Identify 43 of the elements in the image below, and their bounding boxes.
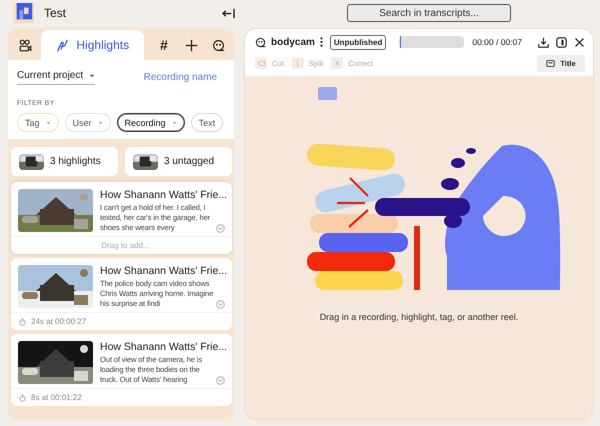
drag-hint: Drag to add... bbox=[101, 241, 150, 250]
summary-card[interactable]: 3 highlights bbox=[11, 147, 118, 176]
collapse-icon[interactable] bbox=[222, 8, 235, 18]
title-icon bbox=[546, 60, 556, 66]
filter-chip[interactable]: Text bbox=[190, 113, 224, 132]
stopwatch-icon bbox=[19, 394, 26, 402]
sort-link[interactable]: Recording name bbox=[144, 72, 217, 83]
tab[interactable]: # bbox=[152, 30, 176, 60]
stopwatch-icon bbox=[19, 318, 26, 326]
filter-chip[interactable]: Tag bbox=[17, 113, 59, 132]
filter-chip[interactable]: User bbox=[64, 113, 111, 132]
summary-card[interactable]: 3 untagged bbox=[125, 147, 232, 176]
expand-icon[interactable] bbox=[216, 376, 225, 385]
time-display: 00:00 / 00:07 bbox=[472, 37, 522, 47]
expand-icon[interactable] bbox=[216, 224, 225, 233]
search-field[interactable]: Search in transcripts... bbox=[347, 4, 511, 22]
project-dropdown[interactable]: Current project bbox=[17, 70, 95, 85]
highlight-title: How Shanann Watts' Frie... bbox=[100, 341, 225, 353]
plus-icon bbox=[184, 38, 198, 52]
duration-text: 8s at 00:01:22 bbox=[31, 393, 82, 402]
highlighter-icon bbox=[56, 38, 70, 52]
highlight-title: How Shanann Watts' Frie... bbox=[100, 265, 225, 277]
reel-name: bodycam bbox=[271, 36, 315, 48]
app-title: Test bbox=[44, 6, 66, 20]
progress-track[interactable] bbox=[399, 36, 464, 48]
empty-hint: Drag in a recording, highlight, tag, or another reel. bbox=[318, 312, 520, 322]
close-icon[interactable] bbox=[574, 36, 585, 48]
highlight-title: How Shanann Watts' Frie... bbox=[100, 189, 225, 201]
people-camera-icon bbox=[19, 38, 32, 52]
filter-chip[interactable]: Recording bbox=[116, 113, 185, 132]
duration-text: 24s at 00:00:27 bbox=[31, 317, 86, 326]
eraser-icon bbox=[258, 60, 264, 66]
more-icon[interactable] bbox=[320, 37, 323, 47]
logo-icon bbox=[14, 3, 34, 23]
expand-icon[interactable] bbox=[216, 300, 225, 309]
square-shape bbox=[318, 87, 337, 100]
caret-icon bbox=[88, 74, 95, 78]
status-badge[interactable]: Unpublished bbox=[330, 34, 386, 50]
panel-icon[interactable] bbox=[556, 36, 567, 48]
reel-icon bbox=[212, 38, 225, 52]
tab[interactable]: Highlights bbox=[41, 30, 144, 60]
reel-icon bbox=[255, 36, 266, 48]
download-icon[interactable] bbox=[538, 36, 549, 48]
